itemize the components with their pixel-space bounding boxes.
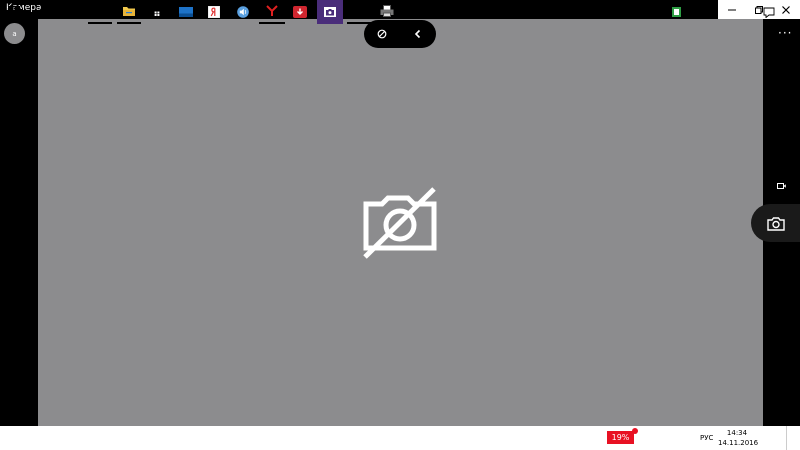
gear-icon <box>354 6 364 16</box>
store-icon <box>152 6 162 17</box>
app-icon <box>179 7 193 17</box>
show-desktop-button[interactable] <box>786 426 787 450</box>
taskbar-app-store[interactable] <box>145 0 169 24</box>
taskbar-app-speaker[interactable] <box>231 0 255 24</box>
taskbar-app-yandex-browser[interactable] <box>259 0 285 24</box>
taskbar-app-printer[interactable] <box>375 0 399 24</box>
yandex-browser-icon <box>266 5 278 16</box>
tray-app-icon[interactable] <box>670 0 682 24</box>
taskbar-app-generic[interactable] <box>174 0 198 24</box>
edge-icon <box>95 5 105 17</box>
battery-indicator[interactable]: 19% <box>607 431 634 444</box>
battery-alert-dot <box>632 428 638 434</box>
printer-icon <box>380 5 394 17</box>
clock-time: 14:34 <box>726 429 748 437</box>
tray-chevron-up-icon[interactable] <box>641 0 655 24</box>
taskbar-app-settings[interactable] <box>347 0 371 24</box>
shutter-button[interactable] <box>751 204 800 242</box>
taskbar-app-yandex[interactable] <box>202 0 226 24</box>
speaker-icon <box>237 6 249 18</box>
search-button[interactable] <box>30 0 56 24</box>
yandex-icon <box>208 6 220 18</box>
folder-icon <box>123 7 135 16</box>
windows-icon <box>8 6 20 18</box>
taskbar-app-camera[interactable] <box>317 0 343 24</box>
notification-icon <box>763 7 775 18</box>
timer-icon[interactable] <box>377 29 387 39</box>
taskbar-app-explorer[interactable] <box>117 0 141 24</box>
language-indicator[interactable]: РУС <box>700 434 713 442</box>
video-mode-icon[interactable] <box>777 183 786 189</box>
camera-app-icon <box>324 7 336 17</box>
taskbar-app-edge[interactable] <box>88 0 112 24</box>
task-view-button[interactable] <box>58 0 84 24</box>
volume-icon[interactable] <box>684 0 696 24</box>
action-center-button[interactable] <box>758 0 780 24</box>
start-button[interactable] <box>0 0 28 24</box>
task-view-icon <box>64 7 78 17</box>
taskbar-app-downloader[interactable] <box>288 0 312 24</box>
avatar[interactable]: a <box>4 23 25 44</box>
download-icon <box>293 6 307 18</box>
taskbar <box>0 426 800 450</box>
top-control-pill <box>364 20 436 48</box>
network-icon[interactable] <box>656 0 670 24</box>
chevron-left-icon[interactable] <box>413 29 423 39</box>
clock-date: 14.11.2016 <box>718 439 759 447</box>
camera-off-icon <box>363 187 437 259</box>
search-icon <box>37 6 49 18</box>
minimize-icon[interactable] <box>718 0 745 19</box>
more-button[interactable]: ··· <box>778 26 792 40</box>
clock[interactable]: 14:34 14.11.2016 <box>718 428 759 448</box>
camera-icon <box>766 216 785 231</box>
